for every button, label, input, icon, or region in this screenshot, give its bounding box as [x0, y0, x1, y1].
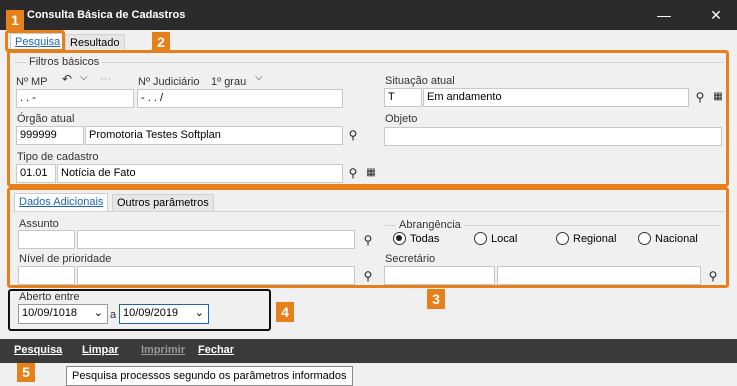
tab-additional-data[interactable]: Dados Adicionais [14, 193, 109, 211]
status-code-field[interactable]: T [384, 88, 422, 107]
badge-3: 3 [427, 289, 445, 309]
degree-chevron-icon[interactable]: ⌵ [255, 72, 263, 83]
radio-empty-icon [638, 232, 651, 245]
scope-radio-national[interactable]: Nacional [638, 232, 698, 245]
search-icon[interactable]: ⚲ [693, 89, 707, 105]
badge-5: 5 [17, 362, 35, 382]
mp-field[interactable]: . . - [16, 89, 134, 108]
chevron-down-icon[interactable]: ⌵ [80, 72, 88, 83]
judicial-field[interactable]: - . . / [137, 89, 343, 108]
date-connector: a [110, 309, 117, 321]
radio-empty-icon [474, 232, 487, 245]
secretary-search-icon[interactable]: ⚲ [706, 268, 720, 284]
badge-2: 2 [152, 32, 170, 52]
degree-label: 1º grau [211, 76, 247, 88]
print-button[interactable]: Imprimir [141, 344, 185, 356]
object-label: Objeto [385, 113, 418, 125]
type-label: Tipo de cadastro [17, 151, 99, 163]
priority-label: Nível de prioridade [19, 253, 112, 265]
minimize-button[interactable]: — [655, 6, 673, 24]
search-button[interactable]: Pesquisa [14, 344, 62, 356]
tab-other-params[interactable]: Outros parâmetros [112, 194, 214, 212]
secretary-label: Secretário [385, 253, 436, 265]
type-code-field[interactable]: 01.01 [16, 164, 56, 183]
priority-code-field[interactable] [18, 266, 75, 285]
window-title: Consulta Básica de Cadastros [27, 9, 186, 21]
radio-empty-icon [556, 232, 569, 245]
type-desc-field[interactable]: Notícia de Fato [57, 164, 343, 183]
priority-search-icon[interactable]: ⚲ [361, 268, 375, 284]
action-bar: Pesquisa Limpar Imprimir Fechar [0, 339, 737, 363]
date-range-label: Aberto entre [19, 291, 80, 303]
badge-4: 4 [276, 302, 294, 322]
judicial-label: Nº Judiciário [138, 76, 200, 88]
close-button[interactable]: ✕ [707, 6, 725, 24]
priority-desc-field[interactable] [77, 266, 355, 285]
type-search-icon[interactable]: ⚲ [346, 165, 360, 181]
date-from-picker[interactable]: 10/09/1018 ⌄ [18, 304, 108, 324]
scope-radio-all[interactable]: Todas [393, 232, 439, 245]
secretary-code-field[interactable] [384, 266, 495, 285]
close-form-button[interactable]: Fechar [198, 344, 234, 356]
subtab-line [12, 211, 724, 212]
tooltip: Pesquisa processos segundo os parâmetros… [66, 366, 353, 386]
secretary-desc-field[interactable] [497, 266, 701, 285]
highlight-box-1 [5, 30, 65, 52]
scope-radio-local[interactable]: Local [474, 232, 517, 245]
group-title: Filtros básicos [26, 56, 103, 68]
type-clear-icon[interactable]: ▦ [364, 165, 378, 181]
title-bar: Consulta Básica de Cadastros — ✕ [0, 0, 737, 30]
more-icon[interactable]: ··· [100, 73, 111, 85]
undo-icon[interactable]: ↶ [62, 72, 72, 86]
scope-radio-regional[interactable]: Regional [556, 232, 616, 245]
mp-label: Nº MP [16, 76, 48, 88]
status-label: Situação atual [385, 75, 455, 87]
organ-code-field[interactable]: 999999 [16, 126, 84, 145]
group-border [14, 62, 724, 63]
status-desc-field[interactable]: Em andamento [423, 88, 689, 107]
organ-search-icon[interactable]: ⚲ [346, 127, 360, 143]
date-from-value: 10/09/1018 [22, 307, 78, 319]
scope-label: Abrangência [396, 219, 464, 231]
chevron-down-icon[interactable]: ⌄ [195, 306, 204, 319]
subject-search-icon[interactable]: ⚲ [361, 232, 375, 248]
scope-option-label: Local [491, 232, 518, 245]
subject-code-field[interactable] [18, 230, 75, 249]
scope-option-label: Todas [410, 232, 440, 245]
organ-label: Órgão atual [17, 113, 75, 125]
clear-filter-icon[interactable]: ▦ [711, 89, 725, 105]
organ-desc-field[interactable]: Promotoria Testes Softplan [85, 126, 343, 145]
date-to-value: 10/09/2019 [123, 307, 179, 319]
subject-label: Assunto [19, 218, 59, 230]
clear-button[interactable]: Limpar [82, 344, 119, 356]
radio-selected-icon [393, 232, 406, 245]
chevron-down-icon[interactable]: ⌄ [94, 306, 103, 319]
scope-option-label: Regional [573, 232, 617, 245]
date-to-picker[interactable]: 10/09/2019 ⌄ [119, 304, 209, 324]
object-field[interactable] [384, 127, 722, 146]
subject-desc-field[interactable] [77, 230, 355, 249]
scope-option-label: Nacional [655, 232, 698, 245]
badge-1: 1 [6, 10, 24, 30]
